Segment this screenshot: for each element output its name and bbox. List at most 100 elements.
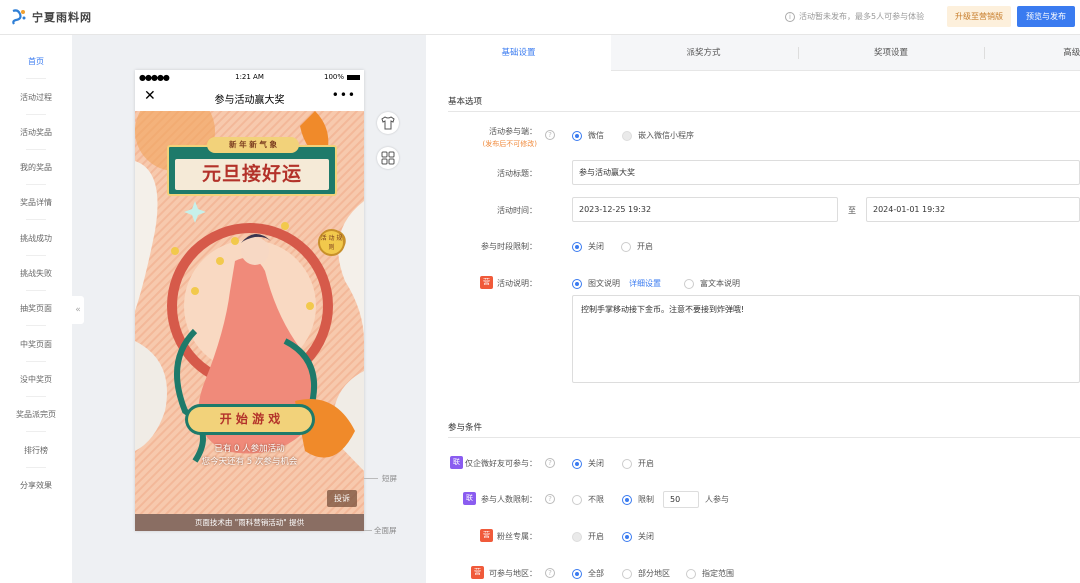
- preview-publish-button[interactable]: 预览与发布: [1017, 6, 1075, 27]
- poster-banner: 新 年 新 气 象: [207, 137, 299, 153]
- theme-button[interactable]: [377, 112, 399, 134]
- radio-dot: [572, 130, 582, 141]
- publish-notice: i 活动暂未发布，最多5人可参与体验: [785, 11, 924, 22]
- radio-wecom-off[interactable]: 关闭: [572, 458, 604, 469]
- components-button[interactable]: [377, 147, 399, 169]
- upgrade-button[interactable]: 升级至营销版: [947, 6, 1011, 27]
- sidebar-item-process[interactable]: 活动过程: [0, 92, 72, 103]
- radio-label: 开启: [638, 459, 654, 468]
- radio-label: 微信: [588, 131, 604, 140]
- tab-prize-settings[interactable]: 奖项设置: [798, 35, 984, 71]
- end-time-input[interactable]: 2024-01-01 19:32: [866, 197, 1080, 222]
- radio-label: 关闭: [638, 532, 654, 541]
- brand-logo[interactable]: 宁夏雨料网: [10, 8, 92, 26]
- radio-label: 图文说明: [588, 279, 620, 288]
- title-input[interactable]: 参与活动赢大奖: [572, 160, 1080, 185]
- short-screen-marker: 短屏: [382, 474, 397, 483]
- help-icon[interactable]: ?: [545, 494, 555, 504]
- page-sidebar: 首页 活动过程 活动奖品 我的奖品 奖品详情 挑战成功 挑战失败 抽奖页面 中奖…: [0, 35, 72, 583]
- sidebar-divider: [26, 290, 46, 291]
- full-screen-marker: 全面屏: [374, 526, 397, 535]
- radio-dot: [622, 531, 632, 542]
- info-icon: i: [785, 11, 795, 22]
- short-screen-line: [364, 478, 378, 479]
- sidebar-item-sold-out[interactable]: 奖品派完页: [0, 409, 72, 420]
- sidebar-item-ranking[interactable]: 排行榜: [0, 445, 72, 456]
- radio-label: 指定范围: [702, 569, 734, 578]
- sidebar-divider: [26, 255, 46, 256]
- radio-region-all[interactable]: 全部: [572, 568, 604, 579]
- radio-label: 富文本说明: [700, 279, 740, 288]
- start-game-label: 开 始 游 戏: [188, 407, 312, 432]
- radio-graphic-desc[interactable]: 图文说明: [572, 278, 620, 289]
- phone-navbar: ✕ 参与活动赢大奖 •••: [135, 85, 364, 111]
- sidebar-item-prize-detail[interactable]: 奖品详情: [0, 197, 72, 208]
- sidebar-item-home[interactable]: 首页: [0, 56, 72, 67]
- tab-basic[interactable]: 基础设置: [426, 35, 611, 72]
- help-icon[interactable]: ?: [545, 458, 555, 468]
- battery-icon: [347, 75, 360, 80]
- radio-label: 关闭: [588, 459, 604, 468]
- radio-dot: [622, 130, 632, 141]
- radio-dot: [621, 241, 631, 252]
- radio-region-partial[interactable]: 部分地区: [622, 568, 670, 579]
- tab-award-method[interactable]: 派奖方式: [611, 35, 796, 71]
- period-limit-label: 参与时段限制：: [481, 242, 537, 251]
- radio-period-off[interactable]: 关闭: [572, 241, 604, 252]
- radio-fans-off[interactable]: 关闭: [622, 531, 654, 542]
- section-conditions-title: 参与条件: [448, 423, 483, 433]
- detail-settings-link[interactable]: 详细设置: [629, 278, 661, 289]
- title-label: 活动标题：: [497, 169, 537, 178]
- start-game-button[interactable]: 开 始 游 戏: [185, 404, 315, 435]
- description-textarea[interactable]: 控制手掌移动接下金币。注意不要接到炸弹哦!: [572, 295, 1080, 383]
- sidebar-item-fail[interactable]: 挑战失败: [0, 268, 72, 279]
- radio-label: 嵌入微信小程序: [638, 131, 694, 140]
- radio-dot: [572, 568, 582, 579]
- radio-label: 不限: [588, 495, 604, 504]
- radio-wecom-on[interactable]: 开启: [622, 458, 654, 469]
- sidebar-item-success[interactable]: 挑战成功: [0, 233, 72, 244]
- phone-page-title: 参与活动赢大奖: [214, 95, 285, 106]
- sidebar-divider: [26, 431, 46, 432]
- poster-title: 元旦接好运: [175, 159, 329, 190]
- settings-tabs: 基础设置 派奖方式 奖项设置 高级设: [426, 35, 1080, 72]
- sidebar-item-prizes[interactable]: 活动奖品: [0, 127, 72, 138]
- people-limit-input[interactable]: 50: [663, 491, 699, 508]
- sidebar-item-no-win[interactable]: 没中奖页: [0, 374, 72, 385]
- more-icon[interactable]: •••: [332, 88, 356, 102]
- rules-coin-button[interactable]: 活 动 规 则: [318, 229, 345, 256]
- top-bar: 宁夏雨料网 i 活动暂未发布，最多5人可参与体验 升级至营销版 预览与发布: [0, 0, 1080, 35]
- radio-dot: [686, 568, 696, 579]
- radio-label: 全部: [588, 569, 604, 578]
- sidebar-divider: [26, 219, 46, 220]
- collapse-sidebar-button[interactable]: «: [72, 296, 84, 324]
- complain-button[interactable]: 投诉: [327, 490, 357, 507]
- participation-hint: (发布后不可修改): [482, 140, 537, 148]
- tab-divider: [984, 47, 985, 59]
- radio-people-limited[interactable]: 限制: [622, 494, 654, 505]
- radio-period-on[interactable]: 开启: [621, 241, 653, 252]
- sidebar-item-lottery[interactable]: 抽奖页面: [0, 303, 72, 314]
- radio-label: 部分地区: [638, 569, 670, 578]
- radio-label: 关闭: [588, 242, 604, 251]
- radio-miniprogram[interactable]: 嵌入微信小程序: [622, 130, 694, 141]
- sidebar-item-win[interactable]: 中奖页面: [0, 339, 72, 350]
- radio-richtext-desc[interactable]: 富文本说明: [684, 278, 740, 289]
- tab-advanced[interactable]: 高级设: [1046, 35, 1080, 71]
- radio-people-unlimited[interactable]: 不限: [572, 494, 604, 505]
- radio-wechat[interactable]: 微信: [572, 130, 604, 141]
- radio-region-range[interactable]: 指定范围: [686, 568, 734, 579]
- radio-fans-on[interactable]: 开启: [572, 531, 604, 542]
- radio-dot: [622, 568, 632, 579]
- radio-label: 开启: [637, 242, 653, 251]
- sidebar-item-my-prizes[interactable]: 我的奖品: [0, 162, 72, 173]
- radio-dot: [572, 531, 582, 542]
- help-icon[interactable]: ?: [545, 130, 555, 140]
- fans-only-label: 粉丝专属：: [497, 532, 537, 541]
- help-icon[interactable]: ?: [545, 568, 555, 578]
- sidebar-item-share[interactable]: 分享效果: [0, 480, 72, 491]
- brand-logo-icon: [12, 9, 26, 25]
- sidebar-divider: [26, 149, 46, 150]
- sidebar-divider: [26, 114, 46, 115]
- start-time-input[interactable]: 2023-12-25 19:32: [572, 197, 838, 222]
